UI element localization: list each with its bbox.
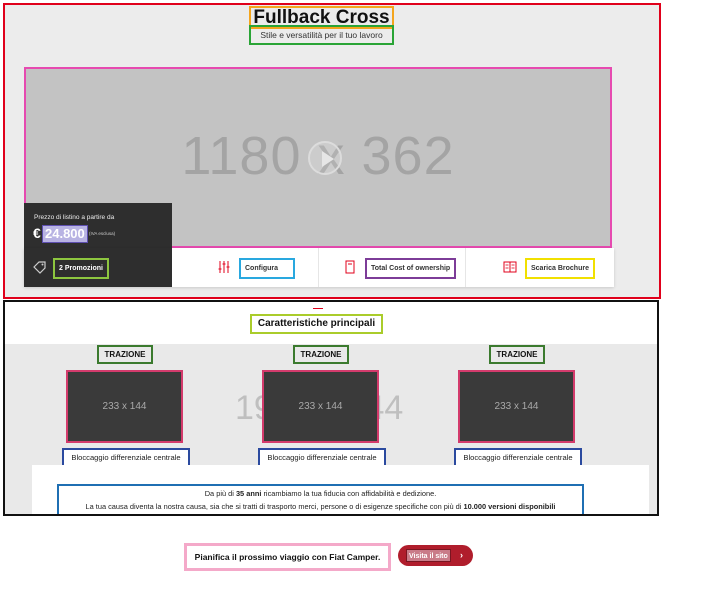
download-brochure-label: Scarica Brochure	[525, 258, 595, 279]
features-title: Caratteristiche principali	[250, 314, 383, 334]
about-box: Da più di 35 anni ricambiamo la tua fidu…	[32, 465, 649, 514]
download-brochure-button[interactable]: Scarica Brochure	[466, 248, 614, 287]
calculator-icon	[343, 260, 357, 274]
feature-image: 233 x 144	[458, 370, 575, 443]
promotions-label: 2 Promozioni	[53, 258, 109, 279]
features-section: Caratteristiche principali 1920 x 644 TR…	[3, 300, 659, 516]
configure-button[interactable]: Configura	[172, 248, 319, 287]
feature-card[interactable]: TRAZIONE 233 x 144 Bloccaggio differenzi…	[258, 344, 390, 474]
price-caption: Prezzo di listino a partire da	[34, 214, 115, 221]
feature-tag: TRAZIONE	[489, 345, 545, 364]
section-divider	[313, 308, 323, 309]
hero-subtitle: Stile e versatilità per il tuo lavoro	[249, 25, 394, 45]
play-icon[interactable]	[308, 141, 342, 175]
total-cost-button[interactable]: Total Cost of ownership	[319, 248, 466, 287]
about-line1-prefix: Da più di	[204, 489, 236, 498]
sliders-icon	[217, 260, 231, 274]
chevron-right-icon: ›	[460, 550, 463, 560]
features-panel: 1920 x 644 TRAZIONE 233 x 144 Bloccaggio…	[5, 344, 657, 514]
about-line1-suffix: ricambiamo la tua fiducia con affidabili…	[261, 489, 437, 498]
hero-section: Fullback Cross Stile e versatilità per i…	[3, 3, 661, 299]
feature-tag: TRAZIONE	[97, 345, 153, 364]
visit-site-label: Visita il sito	[406, 549, 451, 562]
configure-label: Configura	[239, 258, 295, 279]
feature-card[interactable]: TRAZIONE 233 x 144 Bloccaggio differenzi…	[454, 344, 586, 474]
feature-image: 233 x 144	[262, 370, 379, 443]
about-years: 35 anni	[235, 489, 262, 498]
tag-icon	[33, 260, 47, 274]
about-text: Da più di 35 anni ricambiamo la tua fidu…	[57, 484, 584, 514]
feature-tag: TRAZIONE	[293, 345, 349, 364]
feature-card[interactable]: TRAZIONE 233 x 144 Bloccaggio differenzi…	[62, 344, 194, 474]
feature-image: 233 x 144	[66, 370, 183, 443]
price-vat-note: (IVA esclusa)	[89, 231, 116, 236]
about-versions: 10.000 versioni disponibili	[463, 502, 556, 511]
price-box: Prezzo di listino a partire da € 24.800 …	[24, 203, 172, 249]
visit-site-button[interactable]: Visita il sito ›	[398, 545, 473, 566]
about-line2-prefix: La tua causa diventa la nostra causa, si…	[85, 502, 464, 511]
action-bar: 2 Promozioni Configura Total Cost of own…	[24, 248, 614, 287]
promotions-button[interactable]: 2 Promozioni	[24, 248, 172, 287]
cta-text: Pianifica il prossimo viaggio con Fiat C…	[184, 543, 391, 571]
price-value: 24.800	[42, 225, 88, 243]
brochure-icon	[503, 260, 517, 274]
total-cost-label: Total Cost of ownership	[365, 258, 457, 279]
price-currency: €	[33, 225, 41, 241]
